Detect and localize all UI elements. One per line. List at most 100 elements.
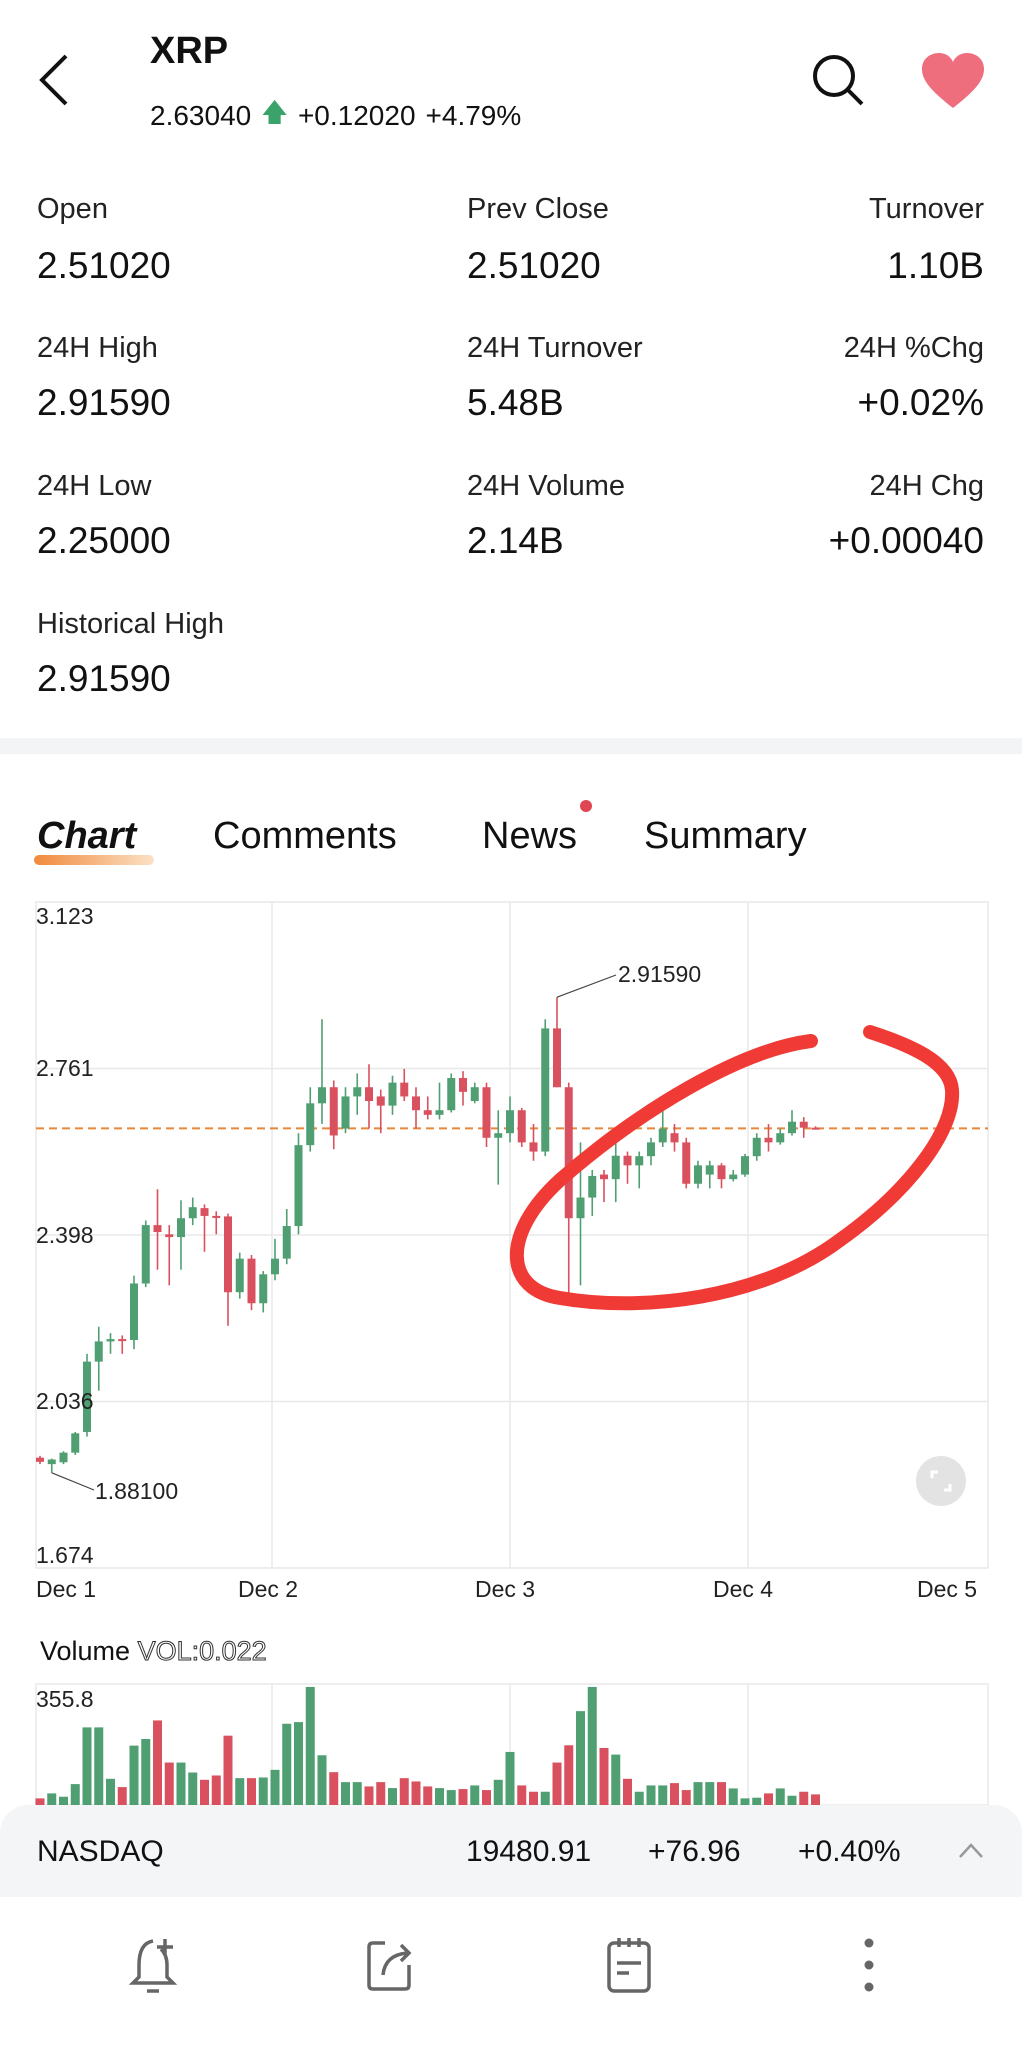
candle-body: [694, 1165, 702, 1184]
volume-bar: [552, 1762, 562, 1805]
x-tick-label: Dec 2: [238, 1576, 299, 1602]
volume-bar: [235, 1778, 245, 1805]
volume-bar: [458, 1789, 468, 1805]
volume-bar: [188, 1772, 198, 1805]
volume-bar: [35, 1798, 45, 1805]
candle-body: [564, 1087, 573, 1219]
candle-body: [776, 1133, 785, 1143]
y-tick-label: 2.761: [36, 1055, 94, 1081]
volume-title: Volume VOL:0.022: [40, 1636, 267, 1667]
candle-body: [271, 1258, 279, 1275]
candle-body: [752, 1137, 761, 1157]
volume-bar: [564, 1745, 574, 1805]
candle-body: [294, 1145, 303, 1227]
candle-body: [400, 1082, 409, 1097]
volume-bar: [646, 1785, 656, 1805]
candle-body: [611, 1155, 620, 1180]
volume-bar: [247, 1778, 256, 1805]
annotation-circle: [509, 1025, 960, 1311]
candle-body: [47, 1459, 56, 1465]
market-ticker-bar[interactable]: NASDAQ 19480.91 +76.96 +0.40%: [0, 1805, 1022, 1897]
volume-bar: [505, 1751, 515, 1805]
volume-label: Volume: [40, 1636, 131, 1666]
volume-bar: [141, 1739, 151, 1805]
volume-bar: [223, 1735, 233, 1805]
volume-bar: [811, 1794, 820, 1805]
volume-bar: [153, 1720, 162, 1805]
candle-body: [165, 1234, 174, 1238]
notes-icon[interactable]: [599, 1935, 659, 1995]
volume-bar: [411, 1781, 421, 1805]
candle-body: [459, 1078, 467, 1092]
volume-bar: [587, 1686, 597, 1805]
candle-body: [764, 1137, 773, 1143]
candle-body: [658, 1128, 667, 1143]
x-tick-label: Dec 3: [475, 1576, 536, 1602]
candlestick-chart[interactable]: [0, 0, 1022, 2048]
candle-body: [188, 1207, 197, 1219]
candle-body: [788, 1121, 796, 1134]
volume-bar: [294, 1722, 303, 1805]
more-vertical-icon[interactable]: [839, 1935, 899, 1995]
volume-bar: [70, 1784, 80, 1805]
candle-body: [365, 1087, 373, 1102]
fullscreen-button[interactable]: [916, 1456, 966, 1506]
candle-body: [412, 1096, 420, 1111]
volume-bar: [764, 1793, 773, 1805]
candle-body: [259, 1274, 268, 1304]
candle-body: [130, 1283, 138, 1341]
volume-bar: [681, 1790, 691, 1805]
y-tick-label: 2.036: [36, 1388, 94, 1414]
bell-plus-icon[interactable]: [123, 1935, 183, 1995]
x-tick-label: Dec 1: [36, 1576, 97, 1602]
volume-value: VOL:0.022: [137, 1636, 267, 1667]
volume-bar: [258, 1777, 268, 1805]
volume-bar: [470, 1785, 480, 1805]
share-icon[interactable]: [361, 1935, 421, 1995]
y-tick-label: 3.123: [36, 903, 94, 929]
volume-bar: [576, 1711, 585, 1805]
volume-bar: [623, 1778, 632, 1805]
candle-body: [212, 1215, 221, 1218]
volume-bar: [493, 1779, 503, 1805]
volume-bar: [705, 1782, 715, 1805]
volume-bar: [658, 1785, 668, 1805]
volume-bar: [728, 1788, 738, 1805]
volume-bar: [517, 1785, 527, 1805]
volume-bar: [282, 1723, 292, 1805]
candle-body: [106, 1339, 115, 1342]
candle-body: [71, 1433, 80, 1453]
volume-bar: [211, 1775, 221, 1805]
volume-max-label: 355.8: [36, 1686, 94, 1712]
volume-bar: [352, 1782, 362, 1805]
candle-body: [59, 1452, 68, 1463]
candle-body: [141, 1225, 150, 1284]
candle-body: [517, 1110, 526, 1143]
max-label-leader: [556, 974, 617, 998]
x-tick-label: Dec 4: [713, 1576, 774, 1602]
candle-body: [118, 1339, 127, 1342]
volume-bar: [82, 1727, 92, 1805]
volume-bar: [364, 1786, 374, 1805]
volume-bar: [59, 1796, 68, 1805]
candle-body: [306, 1103, 315, 1146]
ticker-change-pct: +0.40%: [798, 1835, 901, 1868]
candle-body: [529, 1142, 538, 1152]
volume-bar: [399, 1778, 409, 1805]
volume-bar: [329, 1772, 339, 1805]
candle-body: [635, 1156, 644, 1166]
volume-bar: [775, 1788, 785, 1805]
candle-body: [470, 1087, 479, 1102]
candle-body: [200, 1208, 209, 1216]
chevron-up-icon[interactable]: [958, 1841, 984, 1859]
candle-body: [682, 1142, 691, 1184]
max-price-label: 2.91590: [618, 961, 702, 987]
volume-bar: [94, 1727, 104, 1805]
volume-bar: [317, 1755, 327, 1805]
volume-bar: [129, 1745, 139, 1805]
candle-body: [329, 1087, 338, 1136]
candle-body: [541, 1028, 550, 1152]
candle-body: [600, 1174, 608, 1180]
candle-body: [94, 1341, 103, 1362]
expand-icon: [930, 1470, 952, 1492]
